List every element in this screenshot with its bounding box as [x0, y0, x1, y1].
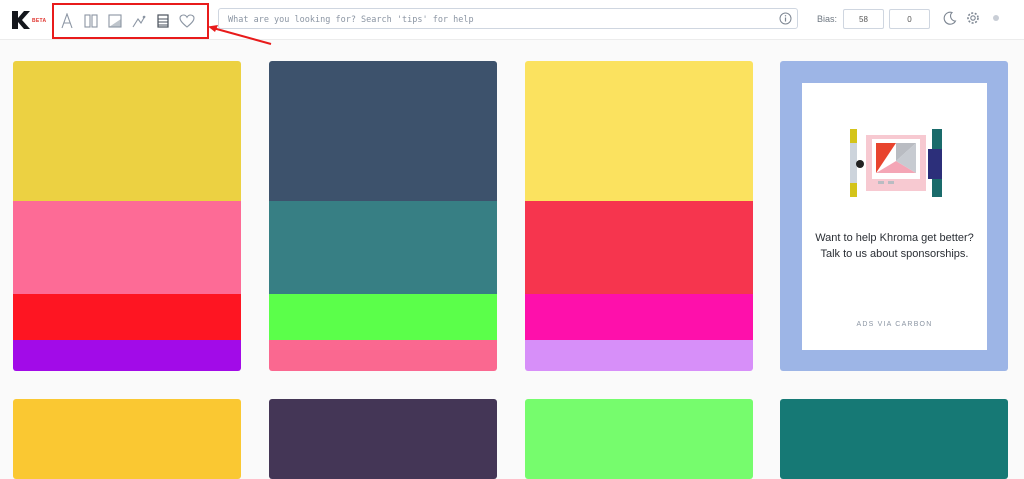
color-band[interactable] — [13, 399, 241, 479]
color-band[interactable] — [269, 61, 497, 201]
gear-icon[interactable] — [966, 11, 980, 25]
color-band[interactable] — [525, 61, 753, 201]
color-band[interactable] — [13, 340, 241, 371]
columns-icon[interactable] — [82, 12, 100, 30]
ad-via-carbon[interactable]: ADS VIA CARBON — [802, 321, 987, 328]
swatch-list-icon[interactable] — [154, 12, 172, 30]
search-box[interactable] — [218, 8, 798, 30]
palette-card[interactable] — [269, 61, 497, 371]
color-band[interactable] — [269, 200, 497, 294]
view-toolbar — [52, 3, 209, 39]
color-band[interactable] — [525, 340, 753, 371]
bias-input-2[interactable]: 0 — [889, 9, 930, 29]
heart-icon[interactable] — [178, 12, 196, 30]
color-band[interactable] — [269, 399, 497, 479]
ad-card[interactable]: Want to help Khroma get better? Talk to … — [802, 83, 987, 350]
palette-card[interactable] — [525, 399, 753, 479]
color-band[interactable] — [525, 200, 753, 294]
color-band[interactable] — [525, 293, 753, 340]
bias-label: Bias: — [817, 14, 838, 24]
beta-badge: BETA — [32, 18, 47, 24]
color-band[interactable] — [13, 293, 241, 340]
bias-input-1[interactable]: 58 — [843, 9, 884, 29]
color-band[interactable] — [13, 61, 241, 201]
gradient-icon[interactable] — [106, 12, 124, 30]
palette-card[interactable] — [13, 61, 241, 371]
search-input[interactable] — [228, 10, 768, 30]
top-bar: BETA Bias: 58 0 — [0, 0, 1024, 40]
color-band[interactable] — [525, 399, 753, 479]
annotation-arrow — [208, 25, 272, 45]
khroma-logo[interactable] — [12, 11, 30, 29]
carbon-ad[interactable]: Want to help Khroma get better? Talk to … — [780, 61, 1008, 371]
palette-card[interactable] — [13, 399, 241, 479]
status-dot — [993, 15, 999, 21]
palette-card[interactable] — [269, 399, 497, 479]
palette-card[interactable] — [525, 61, 753, 371]
color-band[interactable] — [269, 293, 497, 340]
color-band[interactable] — [269, 340, 497, 371]
ad-illustration — [850, 129, 942, 197]
color-band[interactable] — [13, 200, 241, 294]
palette-card[interactable] — [780, 399, 1008, 479]
type-icon[interactable] — [58, 12, 76, 30]
moon-icon[interactable] — [943, 11, 957, 25]
color-band[interactable] — [780, 399, 1008, 479]
info-icon[interactable] — [779, 12, 792, 25]
ad-text[interactable]: Want to help Khroma get better? Talk to … — [812, 230, 977, 262]
palette-pick-icon[interactable] — [130, 12, 148, 30]
